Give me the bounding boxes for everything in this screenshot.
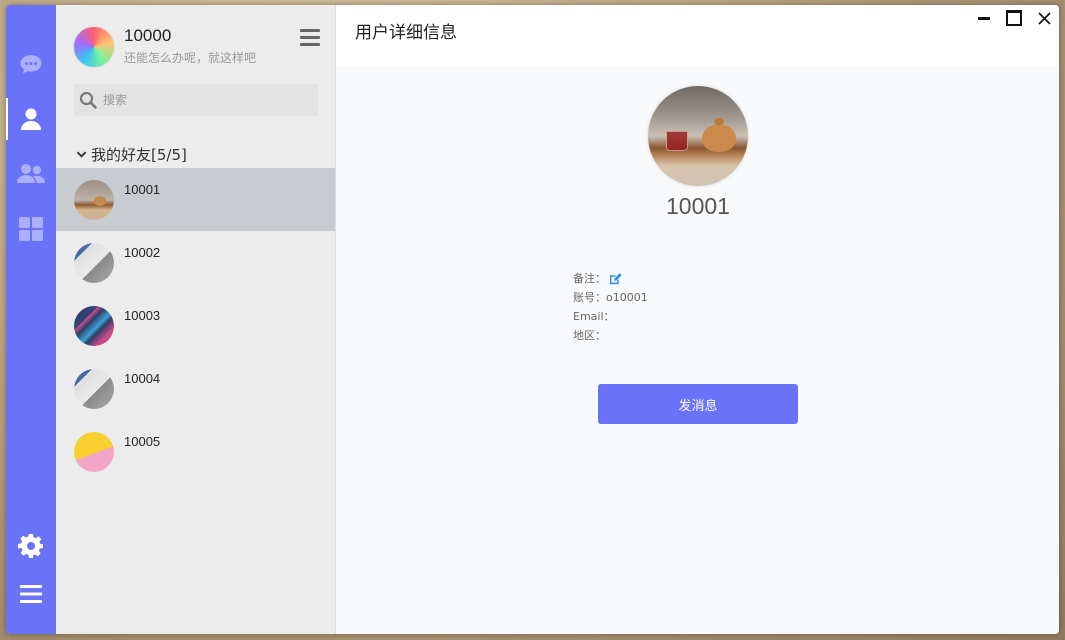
search-input[interactable] — [103, 93, 303, 107]
remark-row: 备注： — [573, 269, 648, 288]
email-label: Email： — [573, 310, 615, 323]
my-profile[interactable]: 10000 还能怎么办呢，就这样吧 — [73, 26, 323, 68]
contacts-panel: 10000 还能怎么办呢，就这样吧 我的好友[5/5] 10001 10002 — [56, 5, 336, 634]
my-avatar[interactable] — [73, 26, 115, 68]
chat-bubble-icon — [20, 55, 42, 74]
detail-header: 用户详细信息 — [336, 5, 1059, 67]
edit-icon[interactable] — [609, 272, 622, 285]
friend-item[interactable]: 10003 — [56, 294, 335, 357]
close-icon — [1037, 11, 1051, 25]
maximize-button[interactable] — [1006, 10, 1022, 26]
friend-name: 10005 — [124, 434, 161, 449]
region-label: 地区： — [573, 329, 606, 342]
hamburger-icon — [300, 29, 320, 32]
app-window: 10000 还能怎么办呢，就这样吧 我的好友[5/5] 10001 10002 — [6, 5, 1059, 634]
my-signature: 还能怎么办呢，就这样吧 — [124, 51, 257, 65]
settings-button[interactable] — [6, 521, 56, 571]
friend-avatar — [74, 180, 114, 220]
close-button[interactable] — [1036, 10, 1052, 26]
nav-groups-button[interactable] — [6, 149, 56, 199]
main-menu-button[interactable] — [6, 569, 56, 619]
search-icon — [79, 91, 97, 109]
user-avatar — [648, 86, 748, 186]
account-row: 账号： o10001 — [573, 288, 648, 307]
region-row: 地区： — [573, 326, 648, 345]
friend-name: 10003 — [124, 308, 161, 323]
friend-avatar — [74, 369, 114, 409]
friend-item[interactable]: 10001 — [56, 168, 335, 231]
settings-gear-icon — [18, 534, 43, 558]
user-info: 备注： 账号： o10001 Email： 地区： — [573, 269, 648, 345]
panel-menu-button[interactable] — [300, 29, 320, 47]
page-title: 用户详细信息 — [355, 23, 457, 43]
friend-name: 10001 — [124, 182, 161, 197]
friend-avatar — [74, 243, 114, 283]
chevron-down-icon — [76, 151, 87, 158]
nav-rail — [6, 5, 56, 634]
minimize-button[interactable] — [976, 10, 992, 26]
friend-group-title: 我的好友[5/5] — [91, 146, 187, 164]
nav-chat-button[interactable] — [6, 39, 56, 89]
user-icon — [21, 108, 41, 130]
friend-item[interactable]: 10002 — [56, 231, 335, 294]
send-message-button[interactable]: 发消息 — [598, 384, 798, 424]
nav-contacts-button[interactable] — [6, 94, 56, 144]
user-name: 10001 — [666, 193, 730, 219]
friend-avatar — [74, 306, 114, 346]
friend-name: 10004 — [124, 371, 161, 386]
friend-item[interactable]: 10005 — [56, 420, 335, 483]
account-label: 账号： — [573, 291, 606, 304]
friend-avatar — [74, 432, 114, 472]
group-icon — [17, 164, 45, 183]
remark-label: 备注： — [573, 272, 606, 285]
friend-item[interactable]: 10004 — [56, 357, 335, 420]
user-detail-pane: 用户详细信息 10001 备注： 账号： o10001 Email： 地区： 发… — [336, 5, 1059, 634]
apps-grid-icon — [19, 217, 43, 241]
my-name: 10000 — [124, 26, 172, 45]
account-value: o10001 — [606, 291, 648, 304]
email-row: Email： — [573, 307, 648, 326]
menu-icon — [20, 585, 42, 603]
friend-group-header[interactable]: 我的好友[5/5] — [76, 144, 187, 165]
friend-name: 10002 — [124, 245, 161, 260]
search-box[interactable] — [74, 84, 318, 116]
nav-apps-button[interactable] — [6, 204, 56, 254]
